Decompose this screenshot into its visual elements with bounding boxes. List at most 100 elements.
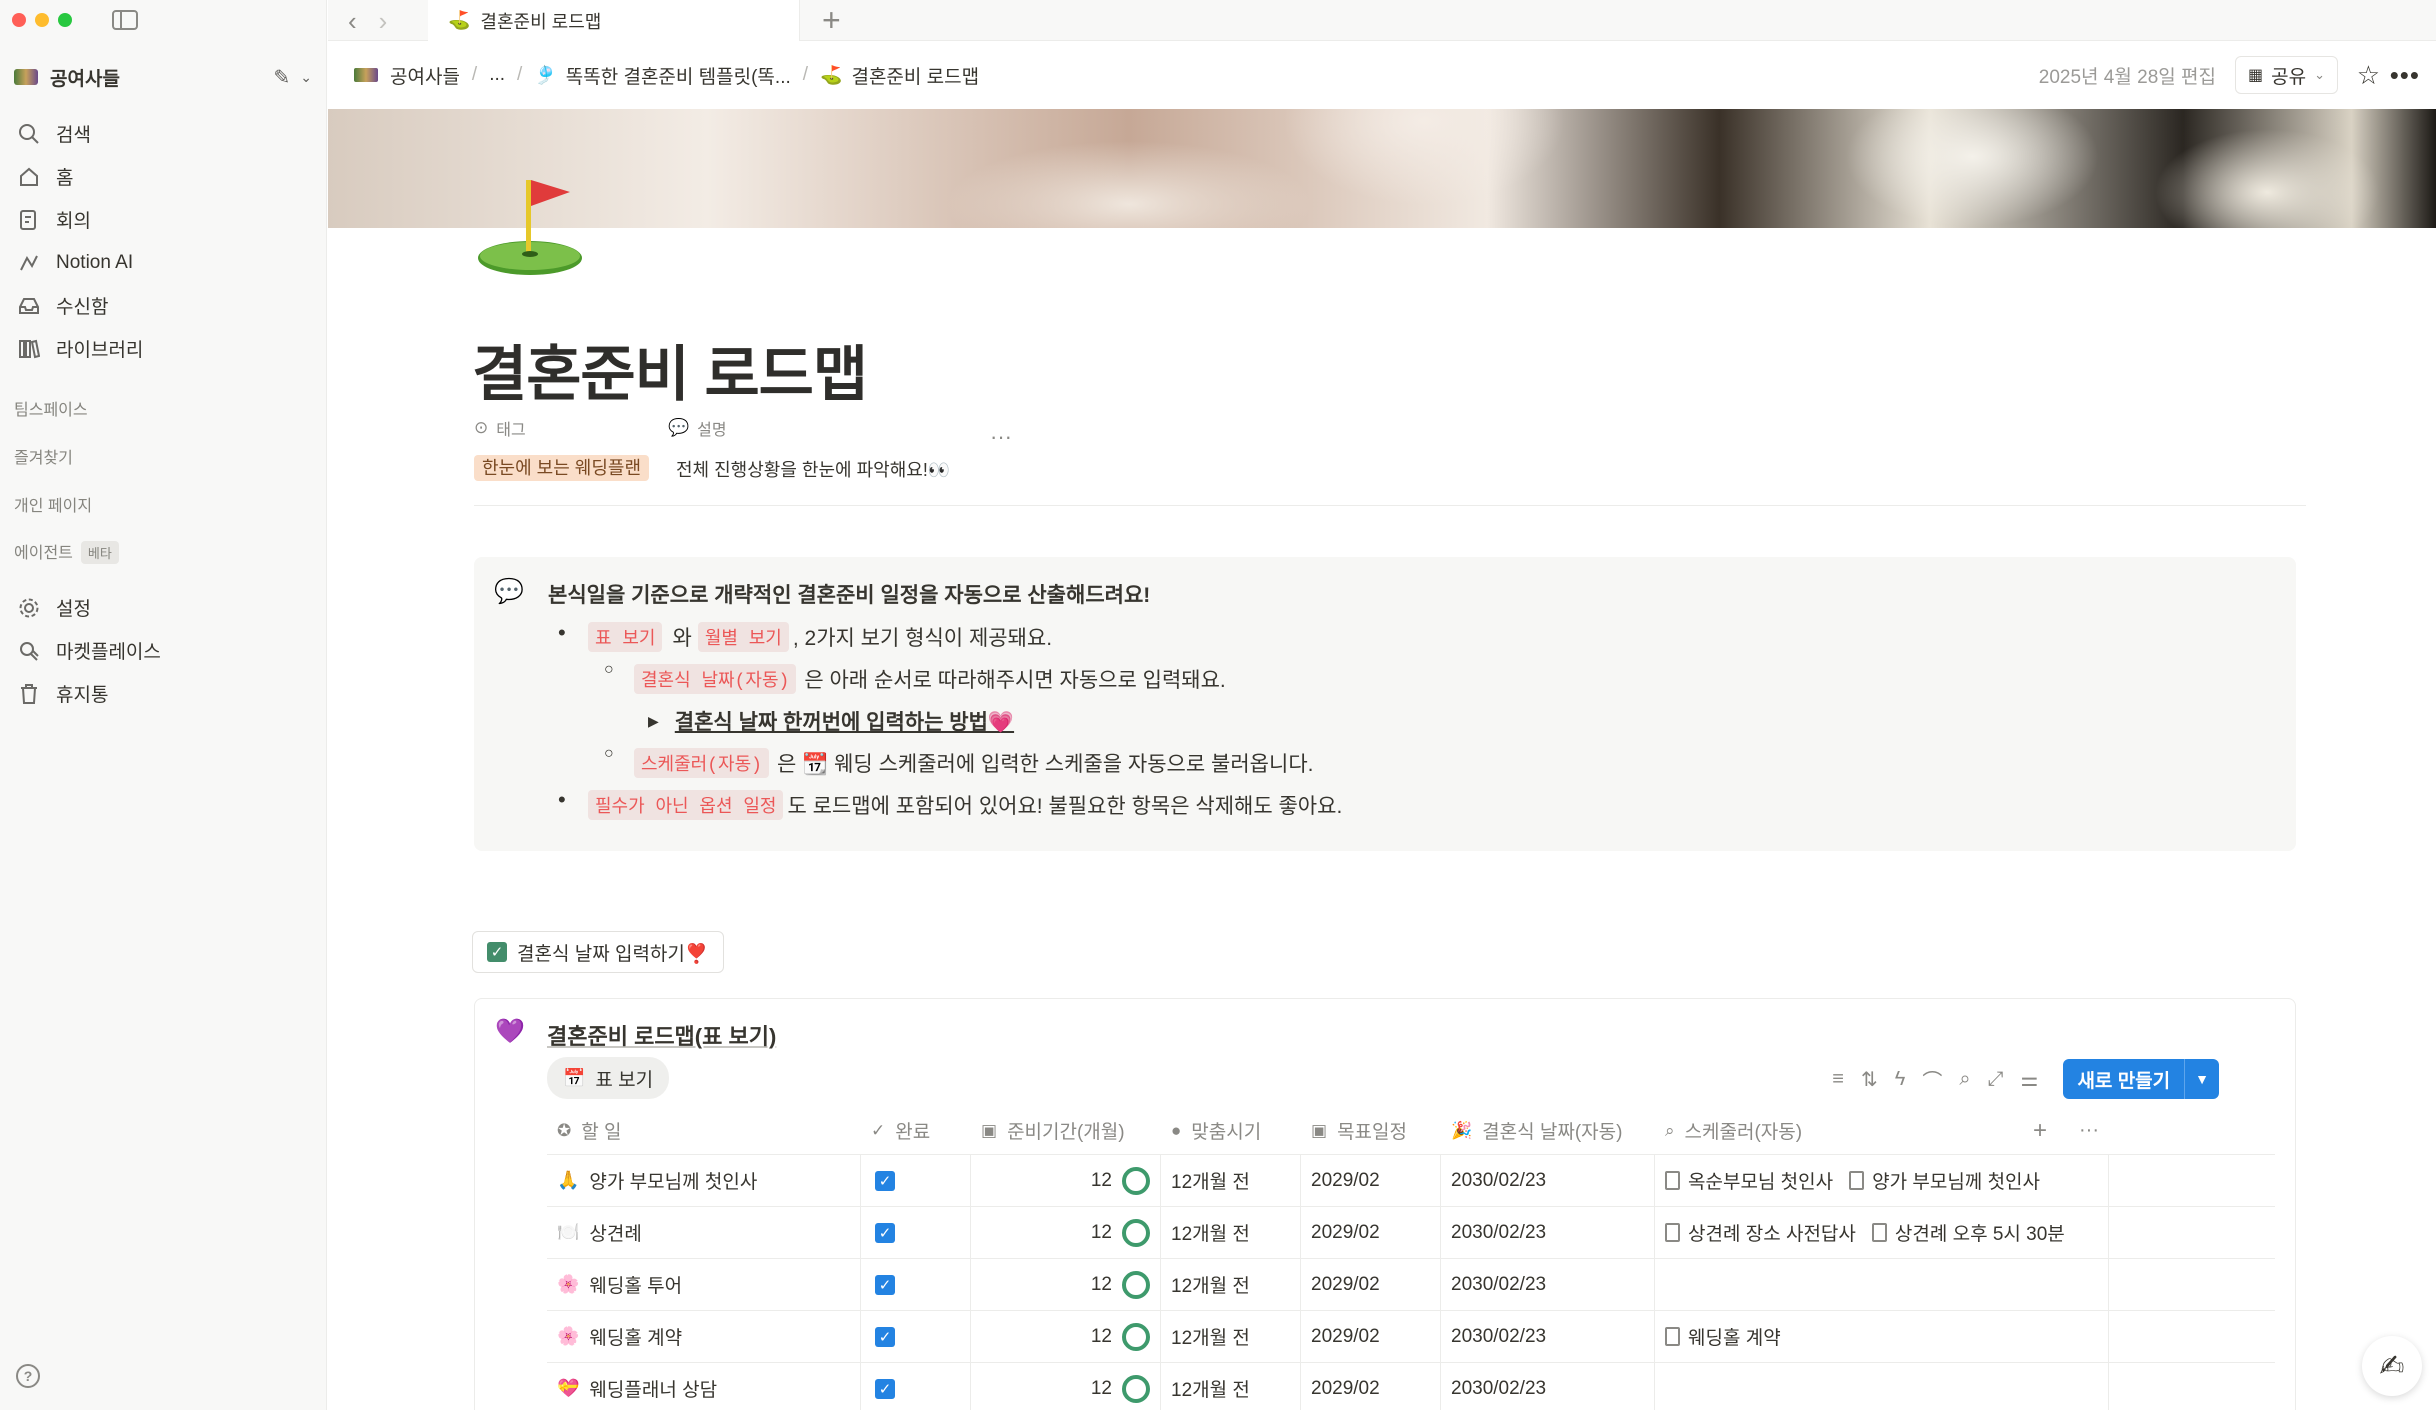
cell-timing[interactable]: 12개월 전: [1161, 1155, 1301, 1206]
back-arrow-icon[interactable]: ‹: [348, 6, 357, 37]
zoom-window-button[interactable]: [58, 13, 72, 27]
sidebar-toggle-icon[interactable]: [112, 10, 138, 30]
cell-scheduler[interactable]: 옥순부모님 첫인사 양가 부모님께 첫인사: [1655, 1155, 2109, 1206]
linked-page[interactable]: 상견례 장소 사전답사: [1665, 1219, 1856, 1246]
chevron-down-icon[interactable]: ⌄: [300, 69, 312, 86]
cell-wedding-date[interactable]: 2030/02/23: [1441, 1363, 1655, 1410]
cell-timing[interactable]: 12개월 전: [1161, 1311, 1301, 1362]
table-row[interactable]: 🌸 웨딩홀 투어 ✓ 12 12개월 전 2029/02 2030/02/23: [547, 1259, 2275, 1311]
cell-empty[interactable]: [2109, 1207, 2275, 1258]
new-tab-button[interactable]: +: [822, 2, 841, 39]
cell-scheduler[interactable]: [1655, 1259, 2109, 1310]
favorite-star-icon[interactable]: ☆: [2357, 60, 2380, 91]
breadcrumb-current[interactable]: 결혼준비 로드맵: [851, 62, 979, 89]
cell-target[interactable]: 2029/02: [1301, 1155, 1441, 1206]
cell-scheduler[interactable]: [1655, 1363, 2109, 1410]
sidebar-item-marketplace[interactable]: 마켓플레이스: [12, 629, 314, 672]
cell-target[interactable]: 2029/02: [1301, 1259, 1441, 1310]
table-row[interactable]: 💝 웨딩플래너 상담 ✓ 12 12개월 전 2029/02 2030/02/23: [547, 1363, 2275, 1410]
sidebar-item-library[interactable]: 라이브러리: [12, 327, 314, 370]
breadcrumb-workspace[interactable]: 공여사들: [390, 62, 460, 89]
cell-task[interactable]: 💝 웨딩플래너 상담: [547, 1363, 861, 1410]
cell-empty[interactable]: [2109, 1311, 2275, 1362]
cell-months[interactable]: 12: [971, 1259, 1161, 1310]
column-header-done[interactable]: ✓ 완료: [861, 1107, 971, 1154]
cell-months[interactable]: 12: [971, 1207, 1161, 1258]
cell-timing[interactable]: 12개월 전: [1161, 1207, 1301, 1258]
cell-task[interactable]: 🍽️ 상견례: [547, 1207, 861, 1258]
more-options-icon[interactable]: •••: [2390, 60, 2420, 91]
cell-months[interactable]: 12: [971, 1363, 1161, 1410]
cell-empty[interactable]: [2109, 1155, 2275, 1206]
cell-timing[interactable]: 12개월 전: [1161, 1363, 1301, 1410]
column-header-target[interactable]: ▣ 목표일정: [1301, 1107, 1441, 1154]
share-button[interactable]: ▦ 공유 ⌄: [2235, 56, 2338, 94]
done-checkbox[interactable]: ✓: [875, 1274, 895, 1295]
cell-task[interactable]: 🌸 웨딩홀 투어: [547, 1259, 861, 1310]
section-teamspace[interactable]: 팀스페이스: [14, 396, 88, 420]
table-row[interactable]: 🌸 웨딩홀 계약 ✓ 12 12개월 전 2029/02 2030/02/23 웨딩홀 계약: [547, 1311, 2275, 1363]
minimize-window-button[interactable]: [35, 13, 49, 27]
automation-icon[interactable]: ϟ: [1895, 1068, 1906, 1091]
chevron-down-icon[interactable]: ▼: [2184, 1059, 2219, 1099]
column-header-timing[interactable]: ● 맞춤시기: [1161, 1107, 1301, 1154]
new-item-button[interactable]: 새로 만들기 ▼: [2063, 1059, 2219, 1099]
search-icon[interactable]: ⌕: [1959, 1068, 1970, 1091]
done-checkbox[interactable]: ✓: [875, 1222, 895, 1243]
more-options-icon[interactable]: ···: [2079, 1119, 2099, 1142]
section-agents[interactable]: 에이전트 베타: [14, 539, 119, 564]
forward-arrow-icon[interactable]: ›: [379, 6, 388, 37]
add-column-icon[interactable]: +: [2033, 1117, 2047, 1145]
section-private[interactable]: 개인 페이지: [14, 492, 92, 516]
cell-wedding-date[interactable]: 2030/02/23: [1441, 1207, 1655, 1258]
sort-icon[interactable]: ⇅: [1861, 1067, 1878, 1092]
prop-tag-value[interactable]: 한눈에 보는 웨딩플랜: [474, 454, 650, 481]
sidebar-item-meeting[interactable]: 회의: [12, 198, 314, 241]
done-checkbox[interactable]: ✓: [875, 1170, 895, 1191]
cell-timing[interactable]: 12개월 전: [1161, 1259, 1301, 1310]
cell-scheduler[interactable]: 상견례 장소 사전답사 상견례 오후 5시 30분: [1655, 1207, 2109, 1258]
page-title[interactable]: 결혼준비 로드맵: [472, 326, 868, 413]
linked-page[interactable]: 옥순부모님 첫인사: [1665, 1167, 1833, 1194]
prop-tag-label[interactable]: ⊙ 태그: [474, 416, 526, 440]
view-tab-table[interactable]: 📅 표 보기: [547, 1057, 670, 1099]
sidebar-item-settings[interactable]: 설정: [12, 586, 314, 629]
cell-wedding-date[interactable]: 2030/02/23: [1441, 1155, 1655, 1206]
toggle-triangle-icon[interactable]: ▶: [648, 713, 659, 730]
column-header-scheduler[interactable]: ⌕ 스케줄러(자동) + ···: [1655, 1107, 2109, 1154]
table-row[interactable]: 🍽️ 상견례 ✓ 12 12개월 전 2029/02 2030/02/23 상견례 장소 사전…: [547, 1207, 2275, 1259]
tab-active[interactable]: ⛳ 결혼준비 로드맵: [428, 0, 800, 41]
column-header-task[interactable]: ✪ 할 일: [547, 1107, 861, 1154]
table-row[interactable]: 🙏 양가 부모님께 첫인사 ✓ 12 12개월 전 2029/02 2030/02/23 옥순…: [547, 1155, 2275, 1207]
done-checkbox[interactable]: ✓: [875, 1326, 895, 1347]
cell-target[interactable]: 2029/02: [1301, 1207, 1441, 1258]
help-icon[interactable]: ?: [16, 1364, 40, 1388]
page-cover-image[interactable]: [328, 109, 2436, 228]
linked-page[interactable]: 양가 부모님께 첫인사: [1849, 1167, 2040, 1194]
cell-task[interactable]: 🌸 웨딩홀 계약: [547, 1311, 861, 1362]
column-header-wedding-date[interactable]: 🎉 결혼식 날짜(자동): [1441, 1107, 1655, 1154]
cell-months[interactable]: 12: [971, 1311, 1161, 1362]
cell-task[interactable]: 🙏 양가 부모님께 첫인사: [547, 1155, 861, 1206]
cell-empty[interactable]: [2109, 1259, 2275, 1310]
breadcrumb-ellipsis[interactable]: ...: [489, 64, 505, 86]
new-page-icon[interactable]: ✎: [274, 65, 291, 90]
callout-block[interactable]: 💬 본식일을 기준으로 개략적인 결혼준비 일정을 자동으로 산출해드려요! •…: [474, 557, 2296, 851]
prop-desc-value[interactable]: 전체 진행상황을 한눈에 파악해요!👀: [676, 456, 950, 482]
database-title[interactable]: 결혼준비 로드맵(표 보기): [547, 1019, 776, 1051]
sidebar-item-inbox[interactable]: 수신함: [12, 284, 314, 327]
toggle-block[interactable]: ▶ 결혼식 날짜 한꺼번에 입력하는 방법💗: [648, 706, 1014, 736]
filter-icon[interactable]: ≡: [1832, 1068, 1844, 1091]
section-favorites[interactable]: 즐겨찾기: [14, 444, 73, 468]
cell-months[interactable]: 12: [971, 1155, 1161, 1206]
linked-page[interactable]: 웨딩홀 계약: [1665, 1323, 1781, 1350]
settings-sliders-icon[interactable]: ⚌: [2021, 1067, 2039, 1092]
linked-page[interactable]: 상견례 오후 5시 30분: [1871, 1219, 2065, 1246]
notion-ai-assistant-icon[interactable]: ✍: [2362, 1336, 2422, 1396]
sidebar-item-search[interactable]: 검색: [12, 112, 314, 155]
sidebar-item-notion-ai[interactable]: Notion AI: [12, 241, 314, 284]
cell-target[interactable]: 2029/02: [1301, 1363, 1441, 1410]
expand-icon[interactable]: ⤢: [1988, 1068, 2004, 1091]
column-header-months[interactable]: ▣ 준비기간(개월): [971, 1107, 1161, 1154]
enter-wedding-date-button[interactable]: ✓ 결혼식 날짜 입력하기❣️: [472, 931, 724, 973]
